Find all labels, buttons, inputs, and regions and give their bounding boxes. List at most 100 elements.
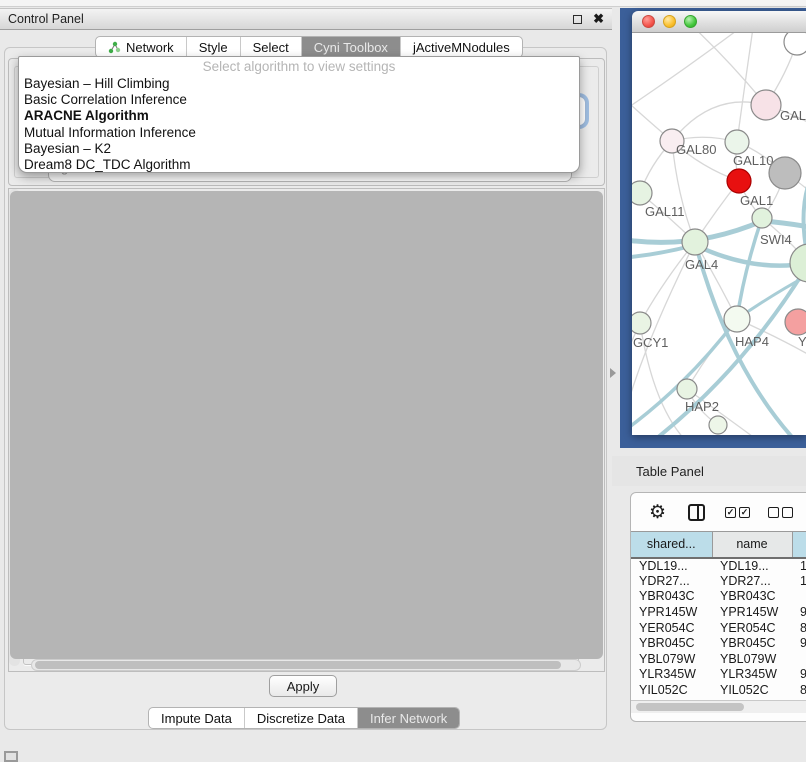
tab-infer-network[interactable]: Infer Network xyxy=(358,708,459,728)
table-row[interactable]: YDL19...YDL19...13 xyxy=(631,558,806,574)
cyni-settings-panel: Cyni Algorithm Settings Algorithm Defini… xyxy=(8,188,605,672)
dropdown-item[interactable]: Bayesian – Hill Climbing xyxy=(19,76,579,92)
table-cell[interactable]: YBR045C xyxy=(712,635,792,651)
table-cell[interactable]: 8 xyxy=(792,682,806,698)
table-cell[interactable] xyxy=(792,589,806,605)
table-cell[interactable]: YLR345W xyxy=(631,667,712,683)
table-cell[interactable]: YPR145W xyxy=(712,604,792,620)
table-cell[interactable] xyxy=(792,651,806,667)
table-row[interactable]: YDR27...YDR27...12 xyxy=(631,573,806,589)
collapsed-panel-icon[interactable] xyxy=(4,751,18,762)
table-cell[interactable]: 12 xyxy=(792,573,806,589)
network-edge[interactable] xyxy=(632,33,744,113)
table-cell[interactable]: YBR043C xyxy=(712,589,792,605)
node-label: GAL4 xyxy=(685,257,718,272)
dropdown-item[interactable]: Bayesian – K2 xyxy=(19,141,579,157)
tab-impute-data[interactable]: Impute Data xyxy=(149,708,245,728)
network-node-gal11[interactable] xyxy=(632,181,652,205)
column-header-third[interactable]: A xyxy=(792,532,806,558)
float-window-icon[interactable] xyxy=(573,15,582,24)
control-panel-titlebar: Control Panel ✖ xyxy=(0,8,612,30)
table-cell[interactable]: 9. xyxy=(792,635,806,651)
gear-icon[interactable]: ⚙ xyxy=(649,501,666,524)
table-cell[interactable]: 13 xyxy=(792,558,806,574)
node-label: HAP2 xyxy=(685,399,719,414)
network-node-hap4[interactable] xyxy=(724,306,750,332)
network-node-y[interactable] xyxy=(785,309,806,335)
network-node-gal[interactable] xyxy=(751,90,781,120)
table-cell[interactable]: YIL052C xyxy=(712,682,792,698)
table-row[interactable]: YPR145WYPR145W9. xyxy=(631,604,806,620)
network-node[interactable] xyxy=(727,169,751,193)
network-node-swi4[interactable] xyxy=(790,244,806,282)
table-cell[interactable]: YIL052C xyxy=(631,682,712,698)
column-header-shared[interactable]: shared... xyxy=(631,532,712,558)
network-node-gal4[interactable] xyxy=(682,229,708,255)
zoom-traffic-light-icon[interactable] xyxy=(684,15,697,28)
network-window-titlebar[interactable] xyxy=(632,11,806,33)
columns-icon[interactable] xyxy=(688,504,705,521)
node-label: GAL80 xyxy=(676,142,716,157)
table-cell[interactable]: YBR045C xyxy=(631,635,712,651)
table-cell[interactable]: YER054C xyxy=(712,620,792,636)
node-table: shared... name A YDL19...YDL19...13YDR27… xyxy=(631,531,806,698)
table-row[interactable]: YIL052CYIL052C8 xyxy=(631,682,806,698)
settings-vertical-scrollbar[interactable] xyxy=(9,189,20,666)
table-cell[interactable]: YBL079W xyxy=(631,651,712,667)
table-cell[interactable]: 9. xyxy=(792,667,806,683)
deselect-all-checkboxes-icon[interactable] xyxy=(768,507,793,518)
network-node[interactable] xyxy=(709,416,727,434)
dropdown-item-highlighted[interactable]: ARACNE Algorithm xyxy=(19,108,579,124)
network-node-gal1[interactable] xyxy=(752,208,772,228)
dropdown-item[interactable]: Dream8 DC_TDC Algorithm xyxy=(19,157,579,173)
table-cell[interactable]: YBL079W xyxy=(712,651,792,667)
cyni-bottom-tabs: Impute Data Discretize Data Infer Networ… xyxy=(148,707,460,729)
settings-horizontal-scrollbar[interactable] xyxy=(31,659,581,671)
table-row[interactable]: YBL079WYBL079W xyxy=(631,651,806,667)
tab-cyni-toolbox[interactable]: Cyni Toolbox xyxy=(302,37,401,57)
table-panel-title: Table Panel xyxy=(636,464,704,479)
table-cell[interactable]: YER054C xyxy=(631,620,712,636)
network-node[interactable] xyxy=(769,157,801,189)
table-cell[interactable]: YDL19... xyxy=(631,558,712,574)
network-node-gal10[interactable] xyxy=(725,130,749,154)
node-label: SWI4 xyxy=(760,232,792,247)
network-node[interactable] xyxy=(784,33,806,55)
network-edge[interactable] xyxy=(687,33,766,105)
table-cell[interactable]: YDL19... xyxy=(712,558,792,574)
network-canvas[interactable]: GALGAL80GAL10GAL1SWI4GAL11GAL4GCY1HAP4YH… xyxy=(632,33,806,435)
tab-network[interactable]: Network xyxy=(96,37,187,57)
tab-select[interactable]: Select xyxy=(241,37,302,57)
panel-splitter-arrow[interactable] xyxy=(610,368,616,378)
table-cell[interactable]: YDR27... xyxy=(631,573,712,589)
column-header-name[interactable]: name xyxy=(712,532,792,558)
tab-discretize-data[interactable]: Discretize Data xyxy=(245,708,358,728)
tab-jactivemnodules[interactable]: jActiveMNodules xyxy=(401,37,522,57)
network-node-gcy1[interactable] xyxy=(632,312,651,334)
table-horizontal-scrollbar[interactable] xyxy=(631,700,806,713)
table-cell[interactable]: 8. xyxy=(792,620,806,636)
table-row[interactable]: YLR345WYLR345W9. xyxy=(631,667,806,683)
table-panel: ⚙ ✓✓ shared... name A YDL19...YDL19...13… xyxy=(630,492,806,722)
tab-style[interactable]: Style xyxy=(187,37,241,57)
table-cell[interactable]: YDR27... xyxy=(712,573,792,589)
table-row[interactable]: YER054CYER054C8. xyxy=(631,620,806,636)
network-view-window: GALGAL80GAL10GAL1SWI4GAL11GAL4GCY1HAP4YH… xyxy=(632,11,806,435)
close-icon[interactable]: ✖ xyxy=(593,14,604,24)
apply-button[interactable]: Apply xyxy=(269,675,337,697)
select-all-checkboxes-icon[interactable]: ✓✓ xyxy=(725,507,750,518)
close-traffic-light-icon[interactable] xyxy=(642,15,655,28)
network-icon xyxy=(108,41,121,54)
table-header-row: shared... name A xyxy=(631,532,806,558)
dropdown-item[interactable]: Basic Correlation Inference xyxy=(19,92,579,108)
table-toolbar: ⚙ ✓✓ xyxy=(631,493,806,531)
table-cell[interactable]: YLR345W xyxy=(712,667,792,683)
table-row[interactable]: YBR043CYBR043C xyxy=(631,589,806,605)
network-node-hap2[interactable] xyxy=(677,379,697,399)
dropdown-item[interactable]: Mutual Information Inference xyxy=(19,125,579,141)
table-cell[interactable]: 9. xyxy=(792,604,806,620)
minimize-traffic-light-icon[interactable] xyxy=(663,15,676,28)
table-cell[interactable]: YBR043C xyxy=(631,589,712,605)
table-row[interactable]: YBR045CYBR045C9. xyxy=(631,635,806,651)
table-cell[interactable]: YPR145W xyxy=(631,604,712,620)
